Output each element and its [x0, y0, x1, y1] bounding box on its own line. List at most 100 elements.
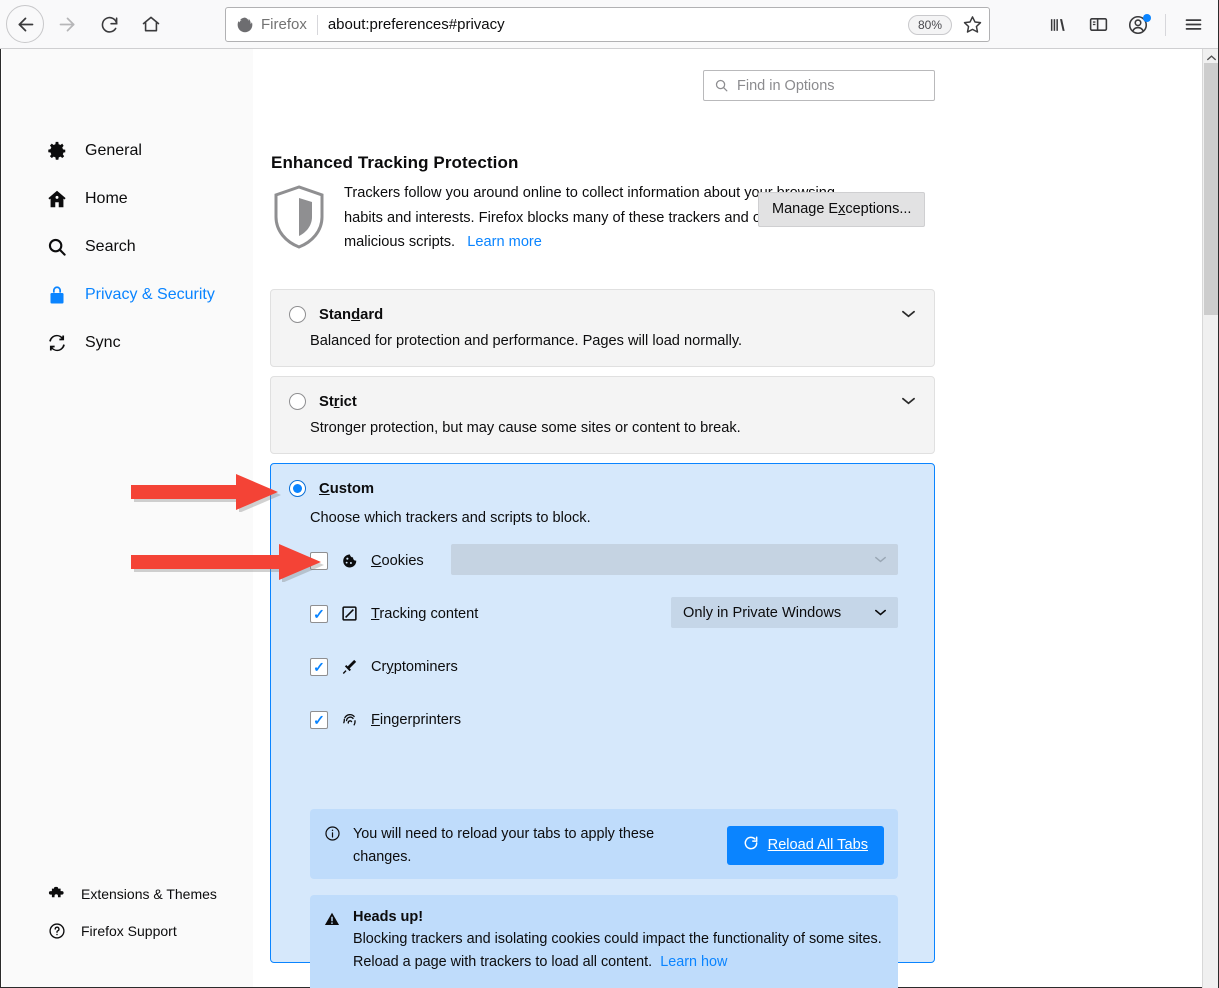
tracking-content-icon	[340, 604, 359, 623]
sidebar-item-extensions-themes[interactable]: Extensions & Themes	[2, 875, 253, 912]
sidebar-item-privacy-security[interactable]: Privacy & Security	[2, 271, 253, 319]
warning-icon	[324, 911, 341, 928]
custom-description: Choose which trackers and scripts to blo…	[310, 510, 591, 526]
search-icon	[714, 78, 729, 93]
back-arrow-icon	[18, 17, 33, 31]
strict-header: Strict	[271, 377, 934, 410]
reload-tabs-notice: You will need to reload your tabs to app…	[310, 809, 898, 879]
manage-exceptions-button[interactable]: Manage Exceptions...	[758, 192, 926, 227]
cookies-label[interactable]: Cookies	[371, 553, 424, 569]
reload-button[interactable]	[90, 5, 128, 43]
cryptominers-label[interactable]: Cryptominers	[371, 659, 458, 675]
chevron-down-icon[interactable]	[902, 310, 915, 321]
url-separator	[316, 14, 318, 35]
manage-exceptions-label-post: ceptions...	[845, 201, 912, 217]
navigation-buttons	[6, 5, 170, 43]
zoom-level-badge[interactable]: 80%	[907, 14, 952, 35]
cookies-checkbox[interactable]	[310, 551, 328, 570]
firefox-brand: Firefox	[236, 16, 317, 34]
sidebar-item-firefox-support[interactable]: Firefox Support	[2, 912, 253, 949]
fingerprinters-label[interactable]: Fingerprinters	[371, 712, 461, 728]
strict-radio[interactable]	[289, 393, 306, 410]
standard-radio[interactable]	[289, 306, 306, 323]
sidebar-item-sync[interactable]: Sync	[2, 319, 253, 367]
brand-label: Firefox	[261, 16, 307, 33]
library-button[interactable]	[1040, 7, 1076, 43]
heads-up-title: Heads up!	[353, 909, 424, 925]
heads-up-inner: Heads up! Blocking trackers and isolatin…	[310, 895, 898, 975]
search-icon	[46, 236, 68, 258]
learn-more-link[interactable]: Learn more	[467, 234, 542, 250]
heads-up-body: Heads up! Blocking trackers and isolatin…	[353, 909, 888, 975]
sidebar-item-label: Search	[85, 238, 136, 255]
chevron-down-icon	[875, 607, 886, 619]
account-notification-dot	[1143, 13, 1151, 22]
option-row-fingerprinters: ✓ Fingerprinters	[310, 710, 461, 729]
sidebar-item-general[interactable]: General	[2, 127, 253, 175]
url-text[interactable]: about:preferences#privacy	[328, 16, 908, 33]
reload-icon	[101, 16, 117, 33]
gear-icon	[46, 140, 68, 162]
sidebar-toggle-button[interactable]	[1080, 7, 1116, 43]
protection-option-strict[interactable]: Strict Stronger protection, but may caus…	[270, 376, 935, 454]
library-icon	[1050, 18, 1065, 31]
back-button[interactable]	[6, 5, 44, 43]
forward-button[interactable]	[48, 5, 86, 43]
protection-option-custom[interactable]: Custom Choose which trackers and scripts…	[270, 463, 935, 988]
learn-how-link[interactable]: Learn how	[660, 954, 727, 970]
firefox-logo-icon	[237, 17, 253, 32]
cookies-dropdown[interactable]	[451, 544, 898, 575]
bookmark-star-button[interactable]	[962, 14, 983, 35]
url-bar[interactable]: Firefox about:preferences#privacy 80%	[225, 7, 990, 42]
lock-icon	[46, 284, 68, 306]
scrollbar-thumb[interactable]	[1204, 63, 1219, 315]
toolbar-divider	[1165, 13, 1166, 36]
tracking-content-dropdown[interactable]: Only in Private Windows	[671, 597, 898, 628]
fingerprint-icon	[340, 710, 359, 729]
page-title: Enhanced Tracking Protection	[271, 153, 519, 172]
reload-icon	[743, 835, 759, 855]
home-button[interactable]	[132, 5, 170, 43]
sidebar-item-label: Home	[85, 190, 128, 207]
hamburger-menu-icon	[1185, 19, 1201, 30]
home-icon	[142, 16, 160, 32]
sidebar-item-label: Firefox Support	[81, 922, 177, 939]
sidebar-icon	[1089, 18, 1107, 31]
toolbar-right-buttons	[1040, 0, 1211, 49]
preferences-page: General Home Search Privacy & Security S…	[0, 49, 1219, 988]
preferences-main: Find in Options Enhanced Tracking Protec…	[253, 49, 1202, 988]
info-icon	[324, 825, 341, 842]
sidebar-item-search[interactable]: Search	[2, 223, 253, 271]
shield-icon	[274, 185, 324, 249]
sidebar-item-home[interactable]: Home	[2, 175, 253, 223]
custom-title: Custom	[319, 480, 375, 497]
custom-radio[interactable]	[289, 480, 306, 497]
app-menu-button[interactable]	[1175, 7, 1211, 43]
star-icon	[963, 16, 982, 33]
cryptominer-icon	[340, 657, 359, 676]
account-button[interactable]	[1120, 7, 1156, 43]
question-icon	[48, 922, 66, 940]
option-row-tracking-content: ✓ Tracking content	[310, 604, 478, 623]
chevron-down-icon	[875, 554, 886, 566]
tracking-content-label[interactable]: Tracking content	[371, 606, 478, 622]
cryptominers-checkbox[interactable]: ✓	[310, 657, 328, 676]
search-input-placeholder[interactable]: Find in Options	[737, 78, 835, 94]
page-scrollbar[interactable]	[1202, 49, 1219, 988]
chevron-down-icon[interactable]	[902, 397, 915, 408]
custom-header: Custom	[271, 464, 934, 497]
sidebar-item-label: General	[85, 142, 142, 159]
standard-description: Balanced for protection and performance.…	[310, 333, 743, 349]
fingerprinters-checkbox[interactable]: ✓	[310, 710, 328, 729]
manage-exceptions-label-pre: Manage E	[772, 201, 839, 217]
strict-title: Strict	[319, 393, 357, 410]
preferences-sidebar: General Home Search Privacy & Security S…	[2, 49, 253, 987]
forward-arrow-icon	[59, 17, 74, 31]
tracking-content-checkbox[interactable]: ✓	[310, 604, 328, 623]
option-row-cryptominers: ✓ Cryptominers	[310, 657, 458, 676]
reload-all-tabs-button[interactable]: Reload All Tabs	[726, 826, 884, 865]
find-in-options-search[interactable]: Find in Options	[703, 70, 935, 101]
protection-option-standard[interactable]: Standard Balanced for protection and per…	[270, 289, 935, 367]
tracking-content-dropdown-value: Only in Private Windows	[683, 604, 842, 621]
sidebar-item-label: Sync	[85, 334, 121, 351]
